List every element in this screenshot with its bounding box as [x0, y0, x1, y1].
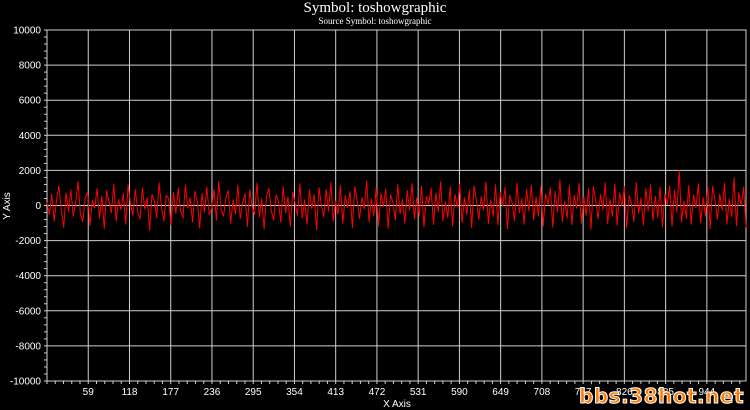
chart-subtitle: Source Symbol: toshowgraphic — [319, 16, 432, 26]
chart-title: Symbol: toshowgraphic — [304, 0, 447, 16]
y-tick-label: 10000 — [13, 26, 41, 37]
x-tick-label: 354 — [286, 387, 303, 398]
x-tick-label: 649 — [492, 387, 509, 398]
y-axis-ticks: 10000 8000 6000 4000 2000 0 -2000 -4000 -6000 -80… — [10, 26, 47, 388]
x-tick-label: 236 — [204, 387, 221, 398]
x-tick-label: 295 — [245, 387, 262, 398]
y-tick-label: 0 — [35, 201, 41, 212]
y-tick-label: -4000 — [15, 271, 41, 282]
x-tick-label: 472 — [369, 387, 386, 398]
x-tick-label: 59 — [83, 387, 95, 398]
y-tick-label: -6000 — [15, 306, 41, 317]
x-tick-label: 531 — [410, 387, 427, 398]
series-layer — [46, 170, 747, 231]
x-tick-label: 177 — [162, 387, 179, 398]
watermark-logo: bbs.38hot.net — [579, 384, 744, 409]
series-line — [46, 170, 747, 231]
y-tick-label: 4000 — [19, 131, 42, 142]
y-axis-label: Y Axis — [2, 192, 13, 220]
line-chart: Symbol: toshowgraphic Source Symbol: tos… — [2, 0, 747, 410]
y-tick-label: 6000 — [19, 96, 42, 107]
y-tick-label: 8000 — [19, 61, 42, 72]
x-tick-label: 118 — [122, 387, 138, 398]
x-axis-label: X Axis — [383, 399, 411, 410]
y-tick-label: -8000 — [15, 341, 41, 352]
y-tick-label: -10000 — [10, 377, 42, 388]
x-tick-label: 413 — [327, 387, 344, 398]
y-tick-label: -2000 — [15, 236, 41, 247]
x-tick-label: 590 — [451, 387, 468, 398]
y-tick-label: 2000 — [19, 166, 42, 177]
x-tick-label: 708 — [534, 387, 551, 398]
